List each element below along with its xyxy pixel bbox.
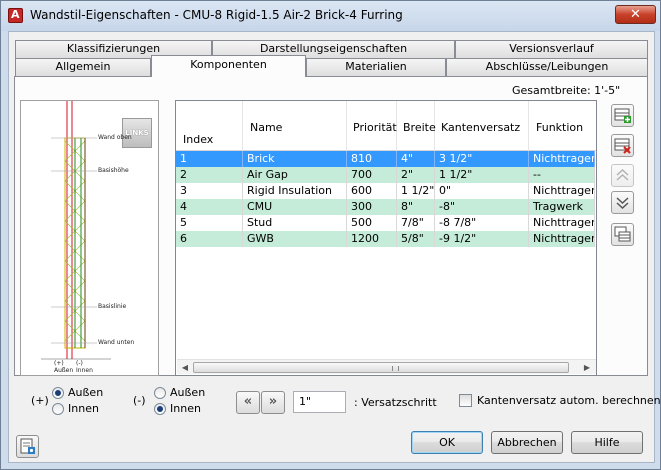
tab-allgemein[interactable]: Allgemein	[15, 58, 151, 76]
move-down-icon	[616, 197, 629, 210]
grip-icon	[392, 366, 399, 371]
col-name-header[interactable]: Name	[243, 101, 347, 151]
move-up-button[interactable]	[611, 164, 634, 187]
col-width-header[interactable]: Breite	[397, 101, 436, 151]
scroll-right-icon[interactable]: ▶	[581, 362, 593, 373]
add-component-icon	[614, 108, 631, 123]
scroll-left-icon[interactable]: ◀	[179, 362, 191, 373]
overall-width-label: Gesamtbreite: 1'-5"	[512, 84, 621, 97]
wall-preview: LINKS Wand oben Basishöhe Basislinie Wan…	[20, 100, 159, 376]
offset-step-label: : Versatzschritt	[354, 396, 437, 409]
left-radio-innen[interactable]	[52, 403, 64, 415]
table-row[interactable]: 4 CMU 300 8" -8" Tragwerk	[176, 199, 595, 215]
right-radio-innen-label[interactable]: Innen	[170, 402, 201, 415]
table-header: Index Name Priorität Breite Kantenversat…	[176, 101, 596, 151]
tab-komponenten[interactable]: Komponenten	[151, 55, 306, 77]
ok-button[interactable]: OK	[411, 431, 483, 454]
plus-label: (+)	[31, 394, 49, 407]
auto-offset-checkbox[interactable]	[459, 394, 472, 407]
scrollbar-thumb[interactable]	[193, 362, 569, 373]
help-button[interactable]: Hilfe	[571, 431, 643, 454]
add-component-button[interactable]	[611, 104, 634, 127]
label-plus-aussen: (+) Außen	[54, 360, 74, 374]
right-radio-aussen[interactable]	[154, 387, 166, 399]
copy-component-button[interactable]	[611, 223, 634, 246]
table-row[interactable]: 1 Brick 810 4" 3 1/2" Nichttragend	[176, 151, 595, 167]
offset-step-input[interactable]: 1"	[293, 391, 346, 413]
col-function-header[interactable]: Funktion	[529, 101, 596, 151]
document-settings-icon	[20, 438, 35, 454]
label-wand-oben: Wand oben	[98, 134, 132, 141]
links-badge: LINKS	[122, 118, 152, 148]
copy-component-icon	[614, 226, 631, 242]
close-button[interactable]: ✕	[615, 5, 656, 24]
delete-component-button[interactable]	[611, 134, 634, 157]
help-tool-button[interactable]	[16, 435, 39, 458]
table-row[interactable]: 6 GWB 1200 5/8" -9 1/2" Nichttragend	[176, 231, 595, 247]
horizontal-scrollbar[interactable]: ◀ ▶	[177, 359, 596, 374]
left-radio-aussen[interactable]	[52, 387, 64, 399]
dialog-window: Wandstil-Eigenschaften - CMU-8 Rigid-1.5…	[0, 0, 661, 470]
window-title: Wandstil-Eigenschaften - CMU-8 Rigid-1.5…	[30, 8, 403, 22]
table-row[interactable]: 3 Rigid Insulation 600 1 1/2" 0" Nichttr…	[176, 183, 595, 199]
col-index-header[interactable]: Index	[176, 101, 243, 151]
right-radio-innen[interactable]	[154, 403, 166, 415]
shift-left-button[interactable]: «	[236, 391, 260, 414]
auto-offset-label[interactable]: Kantenversatz autom. berechnen	[477, 394, 661, 407]
cancel-button[interactable]: Abbrechen	[491, 431, 563, 454]
table-row[interactable]: 5 Stud 500 7/8" -8 7/8" Nichttragend	[176, 215, 595, 231]
left-radio-aussen-label[interactable]: Außen	[68, 386, 103, 399]
tab-materialien[interactable]: Materialien	[306, 58, 446, 76]
label-basislinie: Basislinie	[98, 303, 127, 310]
components-table[interactable]: Index Name Priorität Breite Kantenversat…	[175, 100, 597, 376]
minus-label: (-)	[133, 394, 146, 407]
col-edge-offset-header[interactable]: Kantenversatz	[435, 101, 529, 151]
title-bar[interactable]: Wandstil-Eigenschaften - CMU-8 Rigid-1.5…	[1, 1, 660, 31]
table-row[interactable]: 2 Air Gap 700 2" 1 1/2" --	[176, 167, 595, 183]
left-radio-innen-label[interactable]: Innen	[68, 402, 99, 415]
move-down-button[interactable]	[611, 191, 634, 214]
col-priority-header[interactable]: Priorität	[347, 101, 397, 151]
shift-right-button[interactable]: »	[261, 391, 285, 414]
label-wand-unten: Wand unten	[98, 339, 135, 346]
move-up-icon	[616, 168, 629, 181]
label-basishoehe: Basishöhe	[98, 167, 129, 174]
delete-component-icon	[614, 138, 631, 154]
label-minus-innen: (-) Innen	[76, 360, 93, 374]
tab-abschluesse-leibungen[interactable]: Abschlüsse/Leibungen	[446, 58, 648, 76]
autocad-app-icon	[8, 8, 23, 23]
tab-versionsverlauf[interactable]: Versionsverlauf	[455, 40, 648, 58]
right-radio-aussen-label[interactable]: Außen	[170, 386, 205, 399]
